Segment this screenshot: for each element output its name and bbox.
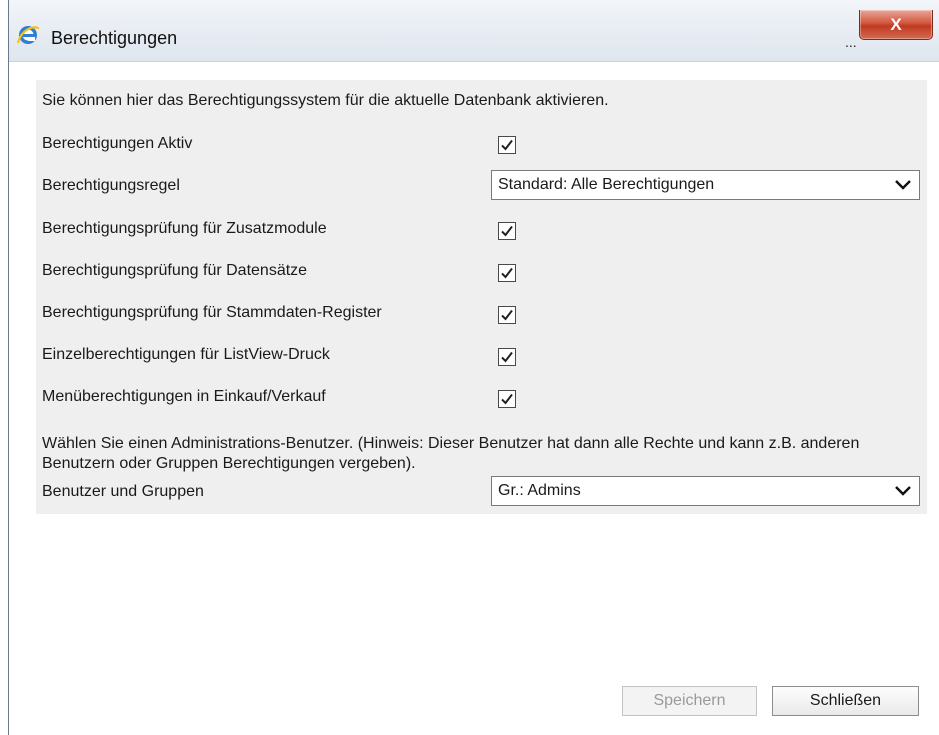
select-benutzer-gruppen[interactable]: Gr.: Admins — [491, 476, 920, 506]
checkmark-icon — [501, 225, 513, 237]
checkmark-icon — [501, 393, 513, 405]
checkbox-listview-druck[interactable] — [498, 348, 516, 366]
checkmark-icon — [501, 309, 513, 321]
settings-panel: Sie können hier das Berechtigungssystem … — [36, 80, 927, 514]
checkmark-icon — [501, 139, 513, 151]
checkbox-zusatzmodule[interactable] — [498, 222, 516, 240]
checkbox-datensaetze[interactable] — [498, 264, 516, 282]
setting-label-menueberechtigungen: Menüberechtigungen in Einkauf/Verkauf — [42, 388, 326, 405]
dialog-window: Berechtigungen ... X Sie können hier das… — [8, 0, 939, 735]
close-button[interactable]: Schließen — [772, 686, 919, 716]
intro-text: Sie können hier das Berechtigungssystem … — [42, 92, 609, 109]
checkbox-stammdaten-register[interactable] — [498, 306, 516, 324]
setting-label-berechtigungen-aktiv: Berechtigungen Aktiv — [42, 135, 193, 152]
select-value: Gr.: Admins — [498, 482, 581, 499]
select-berechtigungsregel[interactable]: Standard: Alle Berechtigungen — [491, 170, 920, 200]
setting-label-listview-druck: Einzelberechtigungen für ListView-Druck — [42, 346, 330, 363]
save-button[interactable]: Speichern — [622, 686, 757, 716]
checkbox-berechtigungen-aktiv[interactable] — [498, 136, 516, 154]
setting-label-stammdaten-register: Berechtigungsprüfung für Stammdaten-Regi… — [42, 304, 382, 321]
close-icon: X — [890, 14, 902, 34]
chevron-down-icon — [895, 486, 911, 496]
window-title: Berechtigungen — [51, 28, 178, 48]
chevron-down-icon — [895, 180, 911, 190]
setting-label-datensaetze: Berechtigungsprüfung für Datensätze — [42, 262, 308, 279]
checkmark-icon — [501, 351, 513, 363]
select-value: Standard: Alle Berechtigungen — [498, 176, 715, 193]
internet-explorer-icon — [16, 23, 40, 47]
title-bar: Berechtigungen ... X — [9, 0, 939, 62]
checkbox-menueberechtigungen[interactable] — [498, 390, 516, 408]
setting-label-benutzer-gruppen: Benutzer und Gruppen — [42, 483, 204, 500]
dialog-content: Sie können hier das Berechtigungssystem … — [9, 62, 939, 735]
more-indicator: ... — [845, 34, 857, 50]
setting-label-zusatzmodule: Berechtigungsprüfung für Zusatzmodule — [42, 220, 327, 237]
checkmark-icon — [501, 267, 513, 279]
close-window-button[interactable]: X — [859, 10, 933, 40]
setting-label-berechtigungsregel: Berechtigungsregel — [42, 177, 180, 194]
admin-note: Wählen Sie einen Administrations-Benutze… — [42, 435, 860, 472]
